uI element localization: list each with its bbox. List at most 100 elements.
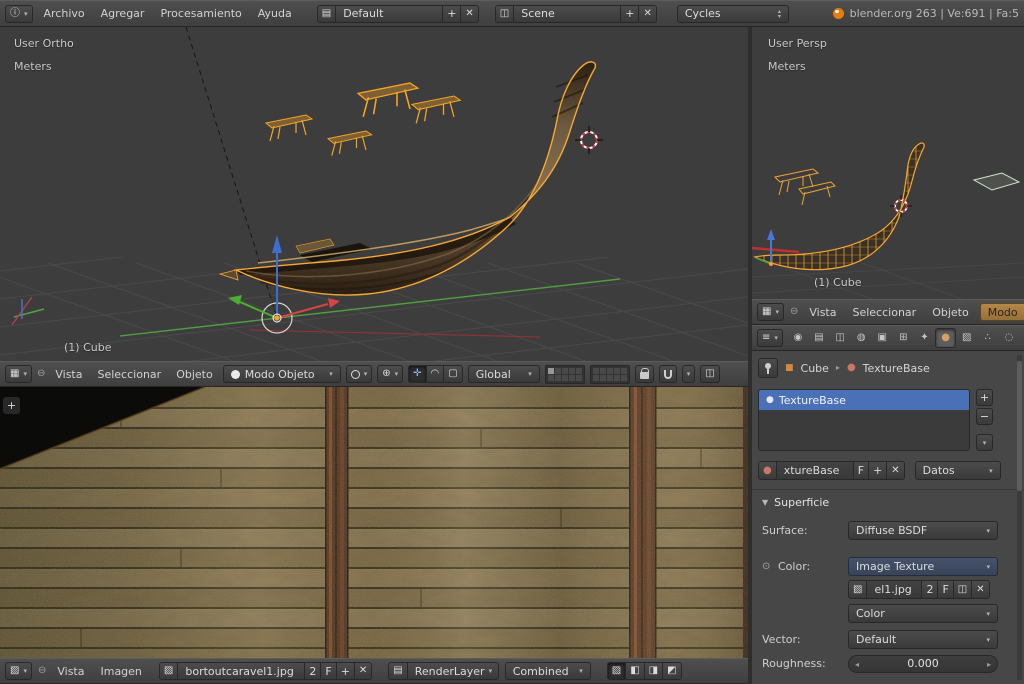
breadcrumb-material[interactable]: TextureBase <box>863 362 930 375</box>
render-slot-icon-button[interactable]: ▤ <box>388 662 407 680</box>
material-browse-button[interactable]: ● <box>758 461 777 480</box>
render-pass-selector[interactable]: Combined ▾ <box>505 662 591 680</box>
manipulator-x-arrow[interactable] <box>277 304 328 318</box>
draw-channel-alpha-button[interactable]: ◨ <box>644 662 663 680</box>
material-slot-list[interactable]: ● TextureBase <box>758 389 970 451</box>
slider-decrease-icon[interactable]: ◂ <box>855 660 859 669</box>
viewport-3d-canvas[interactable] <box>0 27 748 361</box>
texture-image-pack-button[interactable]: ◫ <box>953 580 972 599</box>
surface-shader-selector[interactable]: Diffuse BSDF ▾ <box>848 521 998 540</box>
region-expand-button[interactable]: + <box>3 397 20 414</box>
properties-scrollbar[interactable] <box>1017 355 1022 680</box>
header-collapse-icon[interactable]: ⊖ <box>38 666 46 676</box>
info-editor-type-button[interactable]: ⓘ ▾ <box>5 5 33 23</box>
editor-type-button-properties[interactable]: ≡ ▾ <box>757 329 783 347</box>
manipulator-rotate-toggle[interactable]: ◠ <box>426 365 445 383</box>
menu-seleccionar-3d[interactable]: Seleccionar <box>92 368 166 381</box>
image-browse-button[interactable]: ▨ <box>159 662 178 680</box>
object-origin[interactable] <box>274 315 279 320</box>
colorspace-selector[interactable]: Color ▾ <box>848 604 998 623</box>
image-fake-user-button[interactable]: F <box>320 662 336 680</box>
menu-objeto-secondary[interactable]: Objeto <box>927 306 974 319</box>
slot-add-button[interactable]: + <box>976 389 993 406</box>
viewport-3d-secondary[interactable]: User Persp Meters (1) Cube <box>752 27 1024 299</box>
menu-procesamiento[interactable]: Procesamiento <box>155 7 246 20</box>
scene-selector[interactable]: Scene <box>513 5 621 23</box>
roughness-slider[interactable]: ◂ 0.000 ▸ <box>848 655 998 673</box>
slot-specials-button[interactable]: ▾ <box>976 434 993 451</box>
slot-remove-button[interactable]: − <box>976 408 993 425</box>
screen-layout-selector[interactable]: Default <box>335 5 443 23</box>
trestle-2[interactable] <box>328 131 372 156</box>
render-engine-selector[interactable]: Cycles ▴▾ <box>677 5 789 23</box>
image-name-field[interactable]: bortoutcaravel1.jpg <box>177 662 305 680</box>
draw-channel-color-button[interactable]: ◧ <box>625 662 644 680</box>
menu-ayuda[interactable]: Ayuda <box>253 7 297 20</box>
render-opengl-button[interactable]: ◫ <box>700 365 719 383</box>
screen-layout-add-button[interactable]: + <box>442 5 461 23</box>
texture-image-browse-button[interactable]: ▨ <box>848 580 867 599</box>
editor-type-button-3d-secondary[interactable]: ▦ ▾ <box>757 303 784 321</box>
texture-image-name-field[interactable]: el1.jpg <box>866 580 922 599</box>
viewport-shading-selector[interactable]: ▾ <box>346 365 373 383</box>
cursor-3d[interactable] <box>575 126 603 154</box>
layers-grid-1[interactable] <box>545 365 585 384</box>
trestle-wireframe-1[interactable] <box>775 169 818 195</box>
lock-to-scene-toggle[interactable] <box>635 365 654 383</box>
image-users-button[interactable]: 2 <box>304 662 321 680</box>
tab-world[interactable]: ◍ <box>851 328 871 348</box>
scene-browse-button[interactable]: ◫ <box>495 5 514 23</box>
snap-element-selector[interactable]: ▾ <box>682 365 696 383</box>
menu-vista-3d[interactable]: Vista <box>50 368 87 381</box>
screen-layout-browse-button[interactable]: ▤ <box>317 5 336 23</box>
editor-type-button-3d[interactable]: ▦ ▾ <box>5 365 32 383</box>
pin-id-button[interactable] <box>758 358 778 378</box>
texture-image-unlink-button[interactable]: ✕ <box>971 580 989 599</box>
trestle-1[interactable] <box>266 115 312 141</box>
draw-channel-color-alpha-button[interactable]: ▨ <box>607 662 626 680</box>
menu-seleccionar-secondary[interactable]: Seleccionar <box>847 306 921 319</box>
tab-constraints[interactable]: ⊞ <box>893 328 913 348</box>
scene-add-button[interactable]: + <box>620 5 639 23</box>
tab-material[interactable]: ● <box>935 328 955 348</box>
menu-vista-secondary[interactable]: Vista <box>804 306 841 319</box>
tab-scene[interactable]: ◫ <box>830 328 850 348</box>
surface-section-header[interactable]: ▼ Superficie <box>762 494 829 510</box>
menu-agregar[interactable]: Agregar <box>96 7 150 20</box>
pivot-point-selector[interactable]: ⊕ ▾ <box>377 365 403 383</box>
material-new-button[interactable]: + <box>868 461 887 480</box>
tab-modifiers[interactable]: ✦ <box>914 328 934 348</box>
header-collapse-icon[interactable]: ⊖ <box>37 369 45 379</box>
screen-layout-delete-button[interactable]: ✕ <box>460 5 478 23</box>
trestle-3[interactable] <box>358 83 418 117</box>
trestle-4[interactable] <box>412 96 460 123</box>
interaction-mode-selector-secondary[interactable]: Modo <box>980 303 1024 321</box>
material-fake-user-button[interactable]: F <box>853 461 869 480</box>
material-unlink-button[interactable]: ✕ <box>886 461 904 480</box>
material-name-field[interactable]: xtureBase <box>776 461 854 480</box>
material-link-selector[interactable]: Datos ▾ <box>915 461 1001 480</box>
render-layer-selector[interactable]: RenderLayer ▾ <box>407 662 499 680</box>
tab-physics[interactable]: ◌ <box>999 328 1019 348</box>
texture-image-users-button[interactable]: 2 <box>921 580 938 599</box>
menu-objeto-3d[interactable]: Objeto <box>171 368 218 381</box>
vector-selector[interactable]: Default ▾ <box>848 630 998 649</box>
menu-imagen-uv[interactable]: Imagen <box>95 665 146 678</box>
scene-delete-button[interactable]: ✕ <box>638 5 656 23</box>
snap-toggle[interactable] <box>659 365 677 383</box>
menu-archivo[interactable]: Archivo <box>39 7 90 20</box>
texture-image-fake-user-button[interactable]: F <box>937 580 953 599</box>
header-collapse-icon[interactable]: ⊖ <box>790 307 798 317</box>
editor-type-button-uv[interactable]: ▨ ▾ <box>5 662 32 680</box>
draw-channel-zbuffer-button[interactable]: ◩ <box>662 662 681 680</box>
slider-increase-icon[interactable]: ▸ <box>987 660 991 669</box>
color-input-selector[interactable]: Image Texture ▾ <box>848 557 998 576</box>
image-new-button[interactable]: + <box>336 662 355 680</box>
layers-grid-2[interactable] <box>590 365 630 384</box>
uv-image-canvas[interactable] <box>0 387 748 658</box>
manipulator-z-arrowhead[interactable] <box>272 235 282 253</box>
viewport-3d-main[interactable]: User Ortho Meters (1) Cube <box>0 27 748 361</box>
tab-render[interactable]: ◉ <box>788 328 808 348</box>
uv-image-editor[interactable]: + <box>0 387 748 658</box>
manipulator-scale-toggle[interactable]: ▢ <box>443 365 462 383</box>
